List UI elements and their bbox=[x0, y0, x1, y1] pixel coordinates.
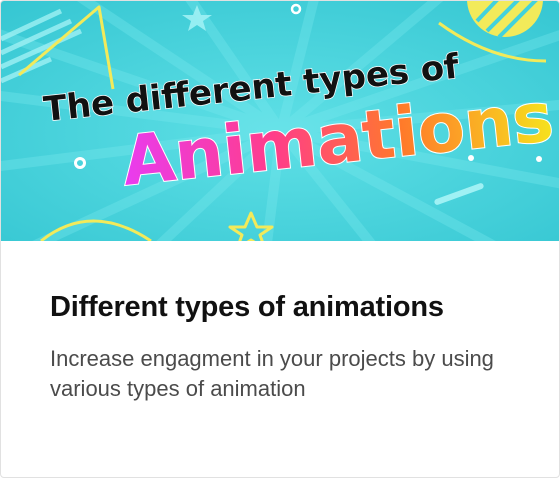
card-description: Increase engagment in your projects by u… bbox=[50, 346, 494, 401]
tutorial-card[interactable]: The different types of Animations Differ… bbox=[0, 0, 560, 478]
card-thumbnail-image[interactable]: The different types of Animations bbox=[1, 1, 559, 241]
card-body: Different types of animations Increase e… bbox=[1, 241, 559, 477]
card-title[interactable]: Different types of animations bbox=[50, 291, 444, 324]
